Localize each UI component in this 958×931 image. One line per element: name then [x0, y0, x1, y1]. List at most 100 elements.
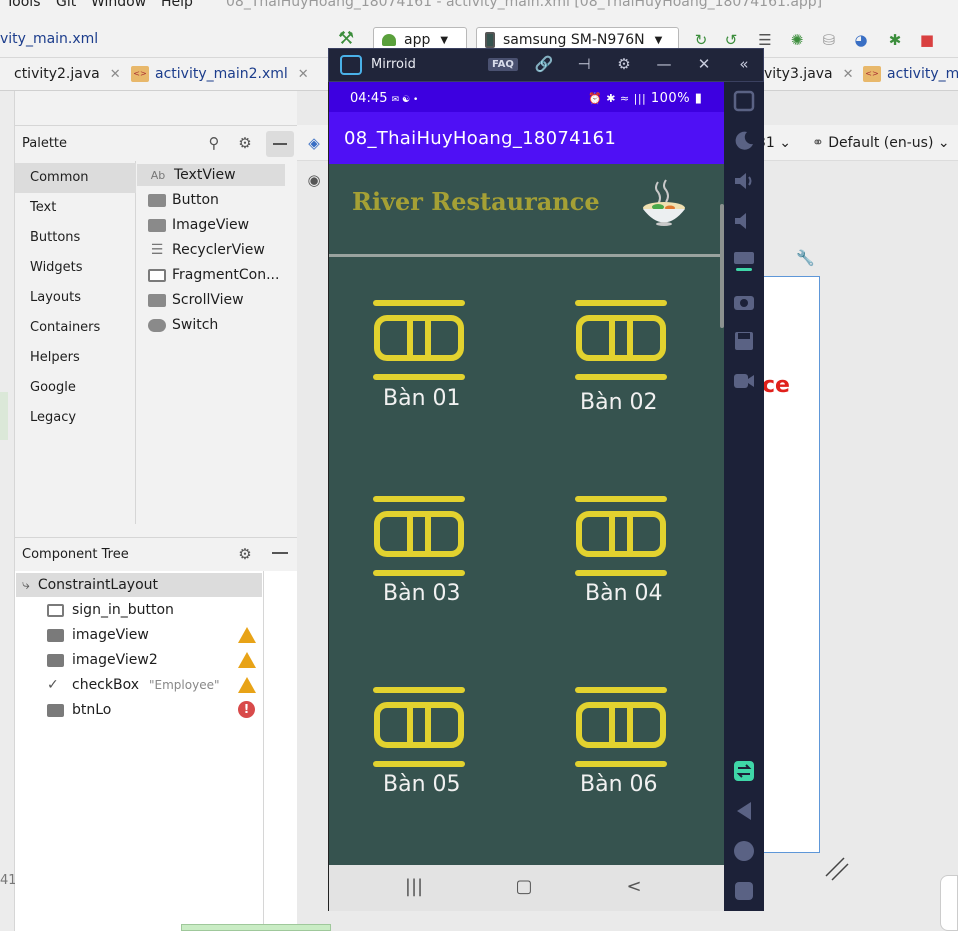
volume-down-icon[interactable] — [733, 210, 755, 232]
minimize-icon[interactable] — [272, 552, 288, 554]
palette-item-textview[interactable]: Ab TextView — [137, 164, 285, 186]
tree-row-btnlo[interactable]: btnLo — [47, 698, 111, 722]
gear-icon[interactable]: ⚙ — [236, 545, 254, 563]
eye-icon[interactable]: ◉ — [305, 171, 323, 189]
palette-category-helpers[interactable]: Helpers — [15, 343, 136, 373]
palette-item-fragmentcontainer[interactable]: FragmentCon... — [148, 264, 296, 286]
palette-category-buttons[interactable]: Buttons — [15, 223, 136, 253]
palette-item-imageview[interactable]: ImageView — [148, 214, 296, 236]
gear-icon[interactable]: ⚙ — [614, 55, 634, 73]
phone-icon — [485, 32, 495, 48]
camera-icon[interactable] — [733, 290, 755, 312]
breadcrumb[interactable]: vity_main.xml — [0, 31, 98, 47]
dining-table-icon[interactable] — [575, 300, 667, 384]
keyboard-icon[interactable] — [733, 250, 755, 272]
dining-table-icon[interactable] — [575, 496, 667, 580]
status-time-text: 04:45 — [350, 91, 388, 106]
palette-category-layouts[interactable]: Layouts — [15, 283, 136, 313]
stop-icon[interactable]: ■ — [918, 31, 936, 49]
warning-icon[interactable] — [238, 627, 256, 643]
palette-category-widgets[interactable]: Widgets — [15, 253, 136, 283]
home-icon[interactable]: ▢ — [509, 876, 539, 897]
table-label: Bàn 06 — [580, 772, 658, 797]
minimize-button[interactable] — [266, 131, 294, 157]
palette-item-scrollview[interactable]: ScrollView — [148, 289, 296, 311]
dining-table-icon[interactable] — [373, 300, 465, 384]
dining-table-icon[interactable] — [373, 687, 465, 771]
palette-item-recyclerview[interactable]: ☰ RecyclerView — [148, 239, 296, 261]
resize-handle-icon[interactable] — [824, 856, 850, 882]
palette-category-google[interactable]: Google — [15, 373, 136, 403]
dining-table-icon[interactable] — [575, 687, 667, 771]
tab-activity2-java[interactable]: ctivity2.java ✕ — [14, 66, 121, 82]
gear-icon[interactable]: ⚙ — [236, 134, 254, 152]
scrollbar[interactable] — [720, 204, 724, 328]
scrollview-icon — [148, 293, 166, 307]
home-icon[interactable] — [733, 840, 755, 862]
tree-row-label: imageView2 — [72, 652, 158, 668]
error-icon[interactable]: ! — [238, 701, 255, 718]
tree-row-hint: "Employee" — [149, 678, 220, 692]
tree-row-label: checkBox — [72, 677, 140, 693]
locale-select[interactable]: ⚭ Default (en-us) ⌄ — [812, 135, 950, 151]
record-video-icon[interactable] — [733, 370, 755, 392]
tab-activity-main-xml[interactable]: <> activity_ma — [863, 66, 958, 82]
recent-apps-icon[interactable] — [733, 880, 755, 902]
pin-icon[interactable]: ⊣ — [574, 55, 594, 73]
recent-apps-icon[interactable]: ||| — [399, 876, 429, 897]
tree-row-imageview2[interactable]: imageView2 — [47, 648, 158, 672]
tree-row-constraintlayout[interactable]: ⤷ ConstraintLayout — [16, 573, 262, 597]
build-hammer-icon[interactable]: ⚒ — [338, 29, 360, 49]
minimize-icon[interactable]: — — [654, 55, 674, 73]
coverage-icon[interactable]: ⛁ — [820, 31, 838, 49]
palette-item-switch[interactable]: Switch — [148, 314, 296, 336]
logcat-icon[interactable]: ☰ — [756, 31, 774, 49]
warning-icon[interactable] — [238, 652, 256, 668]
palette-category-legacy[interactable]: Legacy — [15, 403, 136, 433]
apply-code-changes-icon[interactable]: ↺ — [722, 31, 740, 49]
close-icon[interactable]: ✕ — [298, 67, 309, 82]
palette-item-button[interactable]: Button — [148, 189, 296, 211]
sleep-icon[interactable] — [733, 130, 755, 152]
transfer-icon[interactable] — [733, 760, 755, 782]
tab-activity3-java[interactable]: vity3.java ✕ — [764, 66, 854, 82]
back-icon[interactable]: < — [619, 876, 649, 897]
layers-icon[interactable]: ◈ — [305, 134, 323, 152]
profile-icon[interactable]: ◕ — [852, 31, 870, 49]
warning-icon[interactable] — [238, 677, 256, 693]
save-icon[interactable] — [733, 330, 755, 352]
soup-bowl-icon — [643, 179, 685, 226]
menu-window[interactable]: Window — [91, 0, 146, 10]
faq-button[interactable]: FAQ — [488, 58, 518, 71]
close-icon[interactable]: ✕ — [694, 55, 714, 73]
palette-category-common[interactable]: Common — [15, 163, 136, 193]
search-icon[interactable]: ⚲ — [205, 134, 223, 152]
menu-tools[interactable]: Tools — [6, 0, 41, 10]
tree-row-checkbox[interactable]: ✓ checkBox "Employee" — [47, 673, 220, 697]
attach-debugger-icon[interactable]: ✱ — [886, 31, 904, 49]
tree-row-label: ConstraintLayout — [37, 577, 159, 593]
apply-changes-icon[interactable]: ↻ — [692, 31, 710, 49]
tree-row-sign-in-button[interactable]: sign_in_button — [47, 598, 174, 622]
dining-table-icon[interactable] — [373, 496, 465, 580]
palette-item-label: ScrollView — [172, 292, 244, 308]
tree-row-imageview[interactable]: imageView — [47, 623, 149, 647]
tab-activity-main2-xml[interactable]: <> activity_main2.xml ✕ — [131, 66, 309, 82]
close-icon[interactable]: ✕ — [110, 67, 121, 82]
debug-icon[interactable]: ✺ — [788, 31, 806, 49]
back-icon[interactable] — [733, 800, 755, 822]
palette-category-containers[interactable]: Containers — [15, 313, 136, 343]
volume-up-icon[interactable] — [733, 170, 755, 192]
link-icon[interactable]: 🔗 — [534, 55, 554, 73]
fullscreen-icon[interactable] — [733, 90, 755, 112]
collapse-icon[interactable]: « — [734, 55, 754, 73]
table-label: Bàn 05 — [383, 772, 461, 797]
mirroid-logo-icon — [340, 55, 362, 75]
palette-category-text[interactable]: Text — [15, 193, 136, 223]
menu-help[interactable]: Help — [161, 0, 193, 10]
textview-icon: Ab — [150, 168, 166, 182]
wrench-icon[interactable]: 🔧 — [796, 249, 815, 267]
menu-git[interactable]: Git — [56, 0, 76, 10]
close-icon[interactable]: ✕ — [843, 67, 854, 82]
floating-panel[interactable] — [940, 875, 958, 931]
